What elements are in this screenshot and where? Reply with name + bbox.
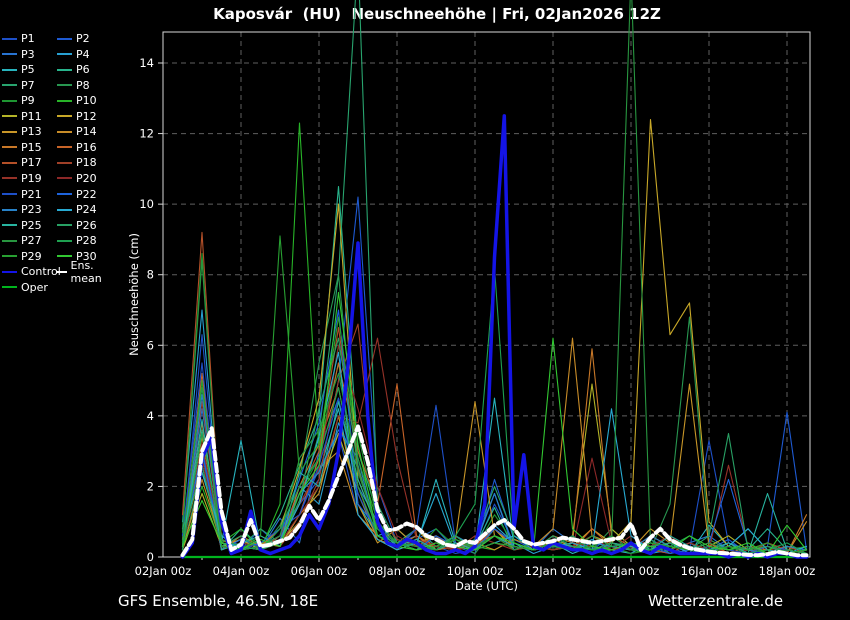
y-tick-label: 12 (139, 127, 154, 141)
series-P12 (183, 120, 807, 554)
series-P28 (183, 268, 807, 554)
y-tick-label: 10 (139, 197, 154, 211)
y-axis-label: Neuschneehöhe (cm) (127, 233, 141, 356)
series-P11 (183, 384, 807, 553)
x-tick-label: 06Jan 00z (291, 564, 348, 578)
x-tick-label: 02Jan 00z (135, 564, 192, 578)
plot-area: 0 2 4 6 8 10 12 14 02Jan 00z 04Jan 00z 06Jan 00z 08… (0, 0, 850, 620)
series-P13 (183, 384, 807, 553)
series-P8 (183, 275, 807, 554)
x-tick-label: 14Jan 00z (603, 564, 660, 578)
series-Control (183, 116, 807, 557)
y-tick-label: 6 (147, 338, 154, 352)
x-tick-label: 04Jan 00z (213, 564, 270, 578)
y-tick-label: 8 (147, 268, 154, 282)
x-axis-label: Date (UTC) (455, 579, 518, 593)
series-P20 (183, 345, 807, 553)
wetterzentrale-gfs-ensemble-chart: Kaposvár (HU) Neuschneehöhe | Fri, 02Jan… (0, 0, 850, 620)
series-P10 (183, 123, 807, 554)
y-tick-label: 14 (139, 56, 154, 70)
series-P15 (183, 349, 807, 554)
y-tick-label: 0 (147, 550, 154, 564)
x-tick-label: 10Jan 00z (447, 564, 504, 578)
y-tick-label: 4 (147, 409, 154, 423)
x-tick-label: 12Jan 00z (525, 564, 582, 578)
x-tick-label: 16Jan 00z (681, 564, 738, 578)
x-tick-label: 08Jan 00z (369, 564, 426, 578)
series-P18 (183, 324, 807, 553)
x-tick-label: 18Jan 00z (759, 564, 816, 578)
y-tick-label: 2 (147, 479, 154, 493)
